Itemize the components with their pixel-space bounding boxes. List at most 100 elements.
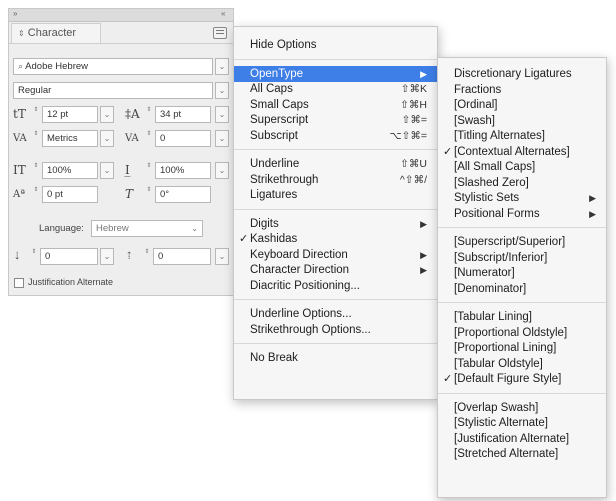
menu-item-fractions[interactable]: Fractions (438, 82, 606, 98)
menu-item-character-direction[interactable]: Character Direction ▶ (234, 262, 437, 278)
vertical-scale-stepper[interactable]: ⇕ (31, 163, 41, 178)
menu-item-superscript[interactable]: Superscript ⇧⌘= (234, 112, 437, 128)
menu-item-underline-options[interactable]: Underline Options... (234, 306, 437, 322)
menu-item-contextual-alternates[interactable]: ✓ [Contextual Alternates] (438, 144, 606, 160)
menu-item-proportional-oldstyle[interactable]: [Proportional Oldstyle] (438, 325, 606, 341)
font-family-dropdown[interactable]: ⌄ (215, 58, 229, 75)
font-family-field[interactable]: ⌕ Adobe Hebrew (13, 58, 213, 75)
chevron-down-icon: ⌄ (218, 86, 226, 95)
menu-item-strikethrough-options[interactable]: Strikethrough Options... (234, 322, 437, 338)
horizontal-scale-input[interactable]: 100% (155, 162, 211, 179)
horizontal-scale-stepper[interactable]: ⇕ (144, 163, 154, 178)
space-after-input[interactable]: 0 (153, 248, 211, 265)
leading-dropdown[interactable]: ⌄ (215, 106, 229, 123)
menu-item-subscript-inferior[interactable]: [Subscript/Inferior] (438, 250, 606, 266)
menu-item-diacritic-positioning[interactable]: Diacritic Positioning... (234, 278, 437, 294)
menu-item-stylistic-alternate[interactable]: [Stylistic Alternate] (438, 415, 606, 431)
menu-item-slashed-zero[interactable]: [Slashed Zero] (438, 175, 606, 191)
checkmark-icon: ✓ (443, 145, 453, 158)
justification-alternate-checkbox[interactable] (14, 278, 24, 288)
baseline-shift-stepper[interactable]: ⇕ (31, 187, 41, 202)
language-select[interactable]: Hebrew ⌄ (91, 220, 203, 237)
baseline-shift-icon: Aª (13, 189, 25, 200)
menu-item-stylistic-sets[interactable]: Stylistic Sets ▶ (438, 190, 606, 206)
menu-item-tabular-oldstyle[interactable]: [Tabular Oldstyle] (438, 356, 606, 372)
collapse-icon[interactable]: » (13, 9, 17, 19)
submenu-arrow-icon: ▶ (420, 68, 427, 79)
menu-item-strikethrough[interactable]: Strikethrough ^⇧⌘/ (234, 172, 437, 188)
menu-item-superscript-superior[interactable]: [Superscript/Superior] (438, 234, 606, 250)
menu-item-label: [Denominator] (454, 282, 527, 295)
menu-item-hide-options[interactable]: Hide Options (234, 37, 437, 53)
space-after-value: 0 (158, 251, 164, 262)
menu-item-small-caps[interactable]: Small Caps ⇧⌘H (234, 97, 437, 113)
menu-item-proportional-lining[interactable]: [Proportional Lining] (438, 340, 606, 356)
font-size-dropdown[interactable]: ⌄ (100, 106, 114, 123)
menu-item-titling-alternates[interactable]: [Titling Alternates] (438, 128, 606, 144)
menu-item-label: [Tabular Oldstyle] (454, 357, 543, 370)
kerning-dropdown[interactable]: ⌄ (100, 130, 114, 147)
skew-stepper[interactable]: ⇕ (144, 187, 154, 202)
menu-item-subscript[interactable]: Subscript ⌥⇧⌘= (234, 128, 437, 144)
panel-menu-button[interactable] (213, 27, 227, 39)
tracking-stepper[interactable]: ⇕ (144, 131, 154, 146)
menu-item-label: Discretionary Ligatures (454, 68, 572, 80)
vertical-scale-icon: IT (13, 163, 26, 177)
font-style-value: Regular (18, 85, 52, 96)
leading-input[interactable]: 34 pt (155, 106, 211, 123)
menu-item-underline[interactable]: Underline ⇧⌘U (234, 156, 437, 172)
close-panel-icon[interactable]: « (221, 9, 225, 19)
skew-input[interactable]: 0° (155, 186, 211, 203)
menu-item-all-caps[interactable]: All Caps ⇧⌘K (234, 81, 437, 97)
space-before-dropdown[interactable]: ⌄ (100, 248, 114, 265)
tab-character[interactable]: ⇕ Character (11, 23, 101, 43)
menu-item-no-break[interactable]: No Break (234, 350, 437, 366)
menu-item-swash[interactable]: [Swash] (438, 113, 606, 129)
tab-character-label: Character (27, 27, 77, 39)
menu-item-justification-alternate[interactable]: [Justification Alternate] (438, 431, 606, 447)
space-after-dropdown[interactable]: ⌄ (215, 248, 229, 265)
vertical-scale-dropdown[interactable]: ⌄ (100, 162, 114, 179)
chevron-down-icon: ⌄ (218, 134, 226, 143)
kerning-input[interactable]: Metrics (42, 130, 98, 147)
font-size-stepper[interactable]: ⇕ (31, 107, 41, 122)
panel-title-bar[interactable]: » « (9, 9, 233, 22)
font-size-input[interactable]: 12 pt (42, 106, 98, 123)
menu-item-label: Character Direction (250, 264, 350, 276)
skew-value: 0° (160, 189, 170, 200)
menu-item-discretionary-ligatures[interactable]: Discretionary Ligatures (438, 66, 606, 82)
menu-item-kashidas[interactable]: ✓ Kashidas (234, 231, 437, 247)
menu-item-all-small-caps[interactable]: [All Small Caps] (438, 159, 606, 175)
menu-item-digits[interactable]: Digits ▶ (234, 216, 437, 232)
space-after-stepper[interactable]: ⇕ (142, 249, 152, 264)
menu-item-numerator[interactable]: [Numerator] (438, 265, 606, 281)
tracking-input[interactable]: 0 (155, 130, 211, 147)
tracking-dropdown[interactable]: ⌄ (215, 130, 229, 147)
menu-item-label: All Caps (250, 83, 293, 95)
menu-item-positional-forms[interactable]: Positional Forms ▶ (438, 206, 606, 222)
menu-item-ligatures[interactable]: Ligatures (234, 187, 437, 203)
font-style-field[interactable]: Regular (13, 82, 213, 99)
menu-item-denominator[interactable]: [Denominator] (438, 281, 606, 297)
menu-separator (234, 149, 437, 150)
leading-stepper[interactable]: ⇕ (144, 107, 154, 122)
space-before-icon: ⇣ (13, 251, 22, 262)
menu-item-opentype[interactable]: OpenType ▶ (234, 65, 437, 82)
space-before-stepper[interactable]: ⇕ (29, 249, 39, 264)
kerning-stepper[interactable]: ⇕ (31, 131, 41, 146)
horizontal-scale-dropdown[interactable]: ⌄ (215, 162, 229, 179)
font-style-dropdown[interactable]: ⌄ (215, 82, 229, 99)
baseline-shift-input[interactable]: 0 pt (42, 186, 98, 203)
menu-item-ordinal[interactable]: [Ordinal] (438, 97, 606, 113)
space-after-icon: ⇡ (125, 251, 134, 262)
menu-item-keyboard-direction[interactable]: Keyboard Direction ▶ (234, 247, 437, 263)
menu-item-stretched-alternate[interactable]: [Stretched Alternate] (438, 446, 606, 462)
menu-item-overlap-swash[interactable]: [Overlap Swash] (438, 400, 606, 416)
menu-item-default-figure-style[interactable]: ✓ [Default Figure Style] (438, 371, 606, 387)
vertical-scale-input[interactable]: 100% (42, 162, 98, 179)
space-before-input[interactable]: 0 (40, 248, 98, 265)
menu-item-label: Digits (250, 217, 279, 230)
character-panel: » « ⇕ Character ⌕ Adobe Hebrew ⌄ Regular… (8, 8, 234, 296)
chevron-down-icon: ⌄ (103, 252, 111, 261)
menu-item-tabular-lining[interactable]: [Tabular Lining] (438, 309, 606, 325)
